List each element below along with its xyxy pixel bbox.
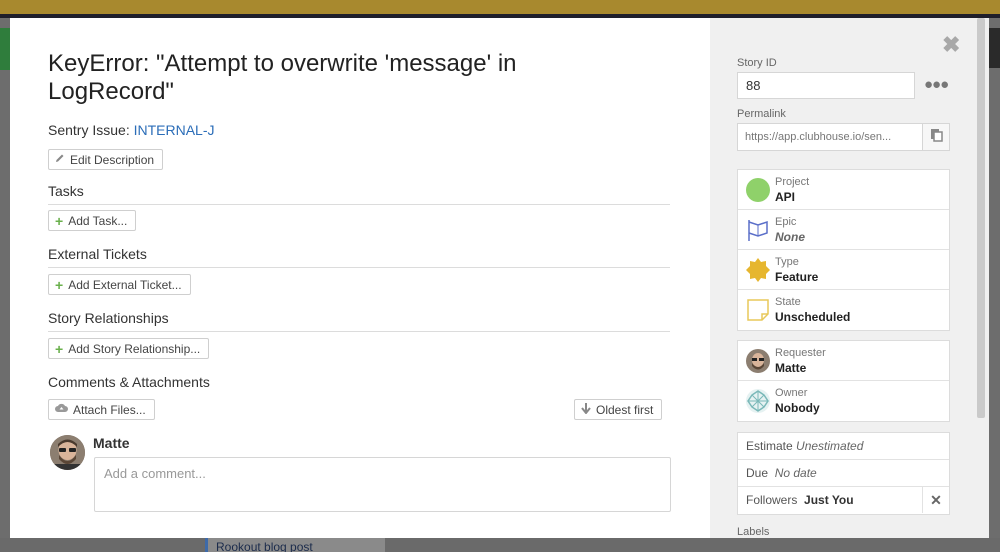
sentry-issue-link[interactable]: INTERNAL-J [134,122,215,138]
followers-label: Followers [746,493,798,507]
sentry-label: Sentry Issue: [48,122,130,138]
external-tickets-heading: External Tickets [48,246,670,268]
background-right-panel [989,18,1000,552]
state-field[interactable]: State Unscheduled [738,290,949,330]
story-title[interactable]: KeyError: "Attempt to overwrite 'message… [48,50,648,106]
owner-field[interactable]: Owner Nobody [738,381,949,421]
sort-oldest-first-button[interactable]: Oldest first [574,399,663,420]
labels-label: Labels [737,526,770,538]
project-field[interactable]: Project API [738,170,949,210]
close-icon[interactable]: ✖ [942,32,960,58]
plus-icon: + [55,276,64,293]
project-label: Project [775,176,810,188]
requester-label: Requester [775,347,826,359]
state-value: Unscheduled [775,310,851,324]
state-label: State [775,296,801,308]
sort-label: Oldest first [596,402,654,417]
owner-label: Owner [775,387,808,399]
add-task-button[interactable]: + Add Task... [48,210,137,231]
add-story-relationship-button[interactable]: + Add Story Relationship... [48,338,210,359]
remove-follower-icon[interactable]: ✕ [922,487,949,513]
add-external-ticket-button[interactable]: + Add External Ticket... [48,274,191,295]
plus-icon: + [55,212,64,229]
background-story-card: Rookout blog post [205,538,385,552]
estimate-value: Unestimated [796,439,864,453]
add-external-ticket-label: Add External Ticket... [68,277,182,292]
add-story-relationship-label: Add Story Relationship... [68,341,201,356]
type-field[interactable]: Type Feature [738,250,949,290]
estimate-label: Estimate [746,439,793,453]
feature-badge-icon [746,258,770,282]
background-bottom [0,538,1000,552]
attach-files-label: Attach Files... [73,402,146,417]
project-dot-icon [746,178,770,202]
people-group: Requester Matte Owner Nobody [737,340,950,422]
clipboard-icon [930,128,943,147]
due-label: Due [746,466,769,480]
story-main-panel: KeyError: "Attempt to overwrite 'message… [10,18,710,538]
note-icon [746,298,770,322]
epic-field[interactable]: Epic None [738,210,949,250]
arrow-down-icon [581,402,591,417]
story-modal: KeyError: "Attempt to overwrite 'message… [10,18,989,538]
attach-files-button[interactable]: Attach Files... [48,399,155,420]
followers-field[interactable]: Followers Just You ✕ [738,487,949,514]
estimate-field[interactable]: Estimate Unestimated [738,433,949,460]
story-fields-group: Project API Epic None Type Feature State… [737,169,950,331]
comment-textarea[interactable] [94,457,671,512]
project-value: API [775,190,796,204]
requester-avatar [746,349,770,373]
due-field[interactable]: Due No date [738,460,949,487]
sentry-issue-line: Sentry Issue: INTERNAL-J [48,122,215,138]
permalink-label: Permalink [737,108,786,120]
comment-input[interactable] [95,458,670,489]
comments-attachments-heading: Comments & Attachments [48,374,210,390]
epic-label: Epic [775,216,797,228]
edit-description-button[interactable]: Edit Description [48,149,164,170]
sidebar-scrollbar[interactable] [977,18,985,418]
type-value: Feature [775,270,819,284]
pencil-icon [55,153,65,166]
cloud-upload-icon [55,403,68,416]
background-card-title: Rookout blog post [216,540,313,552]
nobody-avatar-icon [746,389,770,413]
permalink-field[interactable]: https://app.clubhouse.io/sen... [737,123,923,151]
requester-value: Matte [775,361,807,375]
add-task-label: Add Task... [68,213,128,228]
epic-value: None [775,230,805,244]
background-left-panel [0,18,10,552]
story-sidebar: ✖ Story ID 88 ●●● Permalink https://app.… [710,18,989,538]
story-id-label: Story ID [737,57,777,69]
copy-permalink-button[interactable] [922,123,950,151]
plus-icon: + [55,340,64,357]
flag-icon [746,218,770,242]
type-label: Type [775,256,799,268]
story-id-field[interactable]: 88 [737,72,915,99]
comment-author-name: Matte [93,435,130,451]
requester-field[interactable]: Requester Matte [738,341,949,381]
followers-value: Just You [804,493,854,507]
meta-group: Estimate Unestimated Due No date Followe… [737,432,950,515]
background-topbar [0,0,1000,14]
owner-value: Nobody [775,401,820,415]
comment-author-avatar [50,435,85,470]
tasks-heading: Tasks [48,183,670,205]
story-relationships-heading: Story Relationships [48,310,670,332]
edit-description-label: Edit Description [70,152,155,167]
more-options-icon[interactable]: ●●● [924,76,949,93]
due-value: No date [774,466,817,480]
